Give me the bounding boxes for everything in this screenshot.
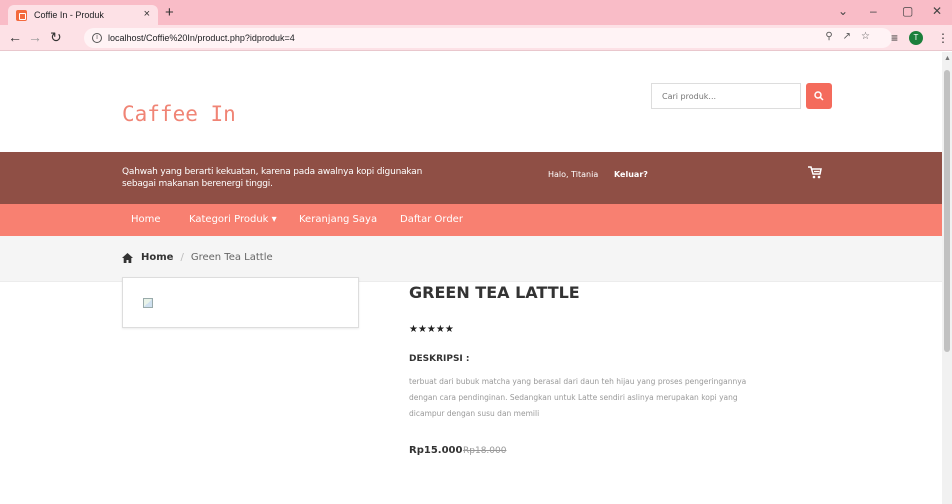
site-tagline: Qahwah yang berarti kekuatan, karena pad… <box>122 167 423 189</box>
favicon-icon <box>16 9 27 21</box>
scrollbar-thumb[interactable] <box>944 70 950 352</box>
profile-avatar[interactable]: T <box>909 31 923 45</box>
new-tab-button[interactable]: + <box>165 4 174 21</box>
close-window-button[interactable]: ✕ <box>932 4 942 18</box>
product-price-old: Rp18.000 <box>463 446 507 456</box>
nav-daftar-order[interactable]: Daftar Order <box>400 214 463 225</box>
cart-icon[interactable] <box>808 166 822 179</box>
site-logo[interactable]: Caffee In <box>122 102 236 126</box>
forward-arrow-icon[interactable]: → <box>28 30 42 44</box>
reload-icon[interactable]: ↻ <box>50 30 62 44</box>
breadcrumb-current: Green Tea Lattle <box>190 252 273 263</box>
info-icon[interactable]: i <box>92 33 102 43</box>
product-title: GREEN TEA LATTLE <box>409 283 580 302</box>
rating-stars: ★★★★★ <box>409 324 454 335</box>
user-greeting: Halo, Titania <box>548 170 599 179</box>
main-nav: Home Kategori Produk ▾ Keranjang Saya Da… <box>0 204 942 236</box>
tab-close-icon[interactable]: × <box>144 8 150 20</box>
address-bar[interactable]: i localhost/Coffie%20In/product.php?idpr… <box>84 28 892 48</box>
url-text: localhost/Coffie%20In/product.php?idprod… <box>108 33 295 43</box>
scroll-up-icon[interactable]: ▲ <box>944 55 951 62</box>
maximize-button[interactable]: ▢ <box>902 4 913 18</box>
search-button[interactable] <box>806 83 832 109</box>
breadcrumb-bar: Home / Green Tea Lattle <box>0 236 942 282</box>
back-arrow-icon[interactable]: ← <box>8 30 22 44</box>
logout-link[interactable]: Keluar? <box>614 170 648 179</box>
broken-image-icon <box>143 298 153 308</box>
page-scrollbar[interactable]: ▲ <box>942 52 952 504</box>
top-info-bar: Qahwah yang berarti kekuatan, karena pad… <box>0 152 942 204</box>
page-content: Caffee In Qahwah yang berarti kekuatan, … <box>0 52 942 504</box>
home-icon <box>122 252 133 263</box>
description-label: DESKRIPSI : <box>409 354 470 364</box>
omnibox-actions[interactable]: ⚲↗☆ <box>825 31 880 42</box>
breadcrumb: Home / Green Tea Lattle <box>122 252 273 263</box>
search-input[interactable] <box>651 83 801 109</box>
browser-toolbar: ← → ↻ i localhost/Coffie%20In/product.ph… <box>0 25 952 51</box>
menu-kebab-icon[interactable]: ⋮ <box>937 31 949 45</box>
search-icon <box>814 91 824 101</box>
breadcrumb-separator: / <box>180 252 184 263</box>
product-description: terbuat dari bubuk matcha yang berasal d… <box>409 377 747 418</box>
nav-keranjang-saya[interactable]: Keranjang Saya <box>299 214 377 225</box>
tab-search-dropdown-icon[interactable]: ⌄ <box>838 4 848 18</box>
reading-list-icon[interactable]: ≡ <box>891 31 898 45</box>
breadcrumb-home[interactable]: Home <box>141 252 173 263</box>
nav-kategori-produk[interactable]: Kategori Produk ▾ <box>189 214 277 225</box>
minimize-button[interactable]: – <box>870 4 877 18</box>
browser-tabstrip: Coffie In - Produk × + ⌄ – ▢ ✕ <box>0 0 952 25</box>
product-image <box>122 277 359 328</box>
product-price: Rp15.000 <box>409 445 463 456</box>
tab-title: Coffie In - Produk <box>34 10 104 20</box>
nav-home[interactable]: Home <box>131 214 161 225</box>
browser-tab[interactable]: Coffie In - Produk × <box>8 5 158 25</box>
